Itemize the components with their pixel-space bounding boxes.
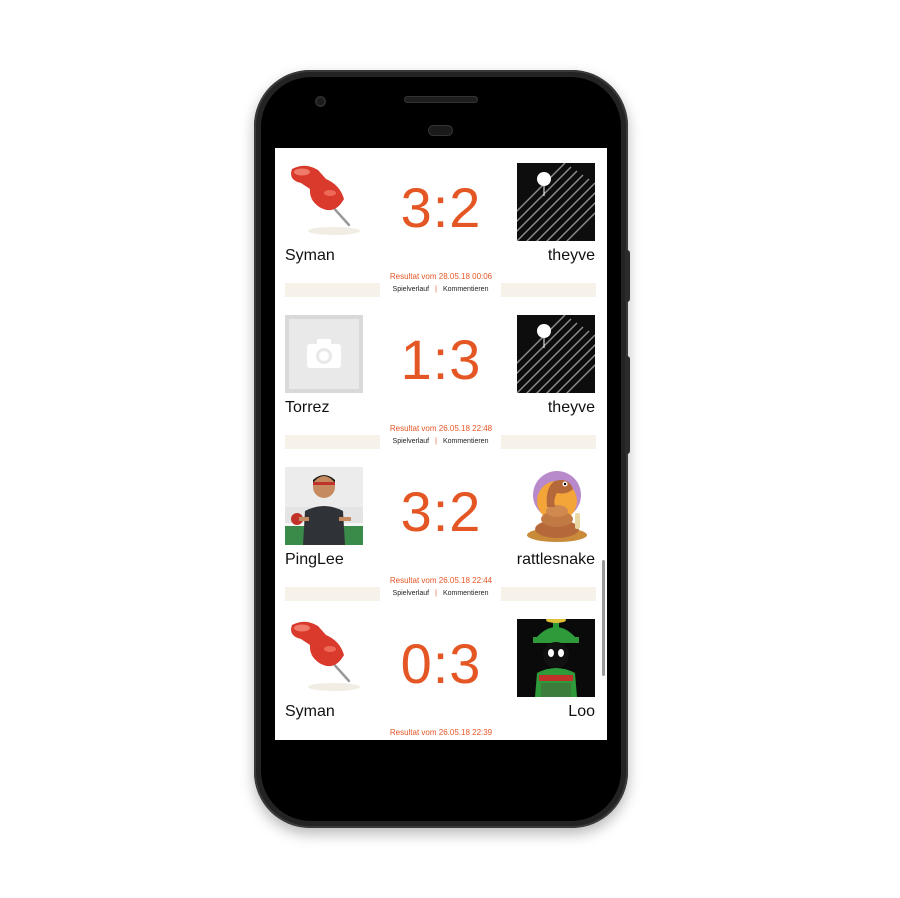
player-avatar-right[interactable] — [517, 467, 595, 545]
match-score: 0:3 — [400, 632, 482, 695]
match-card: 3:2 PingLee rattlesnake Resultat vom 26.… — [275, 452, 607, 604]
striped-abstract-icon — [517, 315, 595, 393]
comment-link[interactable]: Kommentieren — [443, 590, 489, 597]
player-name-left[interactable]: Torrez — [285, 398, 329, 418]
pushpin-icon — [285, 163, 363, 241]
link-separator: | — [435, 590, 437, 597]
result-timestamp: Resultat vom 26.05.18 22:44 — [389, 576, 493, 585]
history-link[interactable]: Spielverlauf — [393, 286, 430, 293]
match-card: 0:3 Syman Loo Resultat vom 26.05.18 22:3… — [275, 604, 607, 740]
scrollbar[interactable] — [602, 560, 605, 676]
result-timestamp: Resultat vom 26.05.18 22:39 — [389, 728, 493, 737]
link-separator: | — [435, 286, 437, 293]
cartoon-martian-icon — [517, 619, 595, 697]
history-link[interactable]: Spielverlauf — [393, 590, 430, 597]
match-score: 3:2 — [400, 176, 482, 239]
player-name-left[interactable]: Syman — [285, 246, 335, 266]
player-name-left[interactable]: PingLee — [285, 550, 344, 570]
link-bar-left — [285, 587, 380, 601]
match-score: 1:3 — [400, 328, 482, 391]
comment-link[interactable]: Kommentieren — [443, 438, 489, 445]
match-links: Spielverlauf | Kommentieren — [285, 282, 596, 298]
link-bar-right — [501, 283, 596, 297]
earpiece-speaker — [404, 96, 478, 103]
player-avatar-right[interactable] — [517, 619, 595, 697]
comment-link[interactable]: Kommentieren — [443, 286, 489, 293]
player-avatar-left[interactable] — [285, 467, 363, 545]
match-card: 3:2 Syman theyve Resultat vom 28.05.18 0… — [275, 148, 607, 300]
proximity-sensor — [428, 125, 453, 136]
match-links: Spielverlauf | Kommentieren — [285, 434, 596, 450]
player-photo-icon — [285, 467, 363, 545]
player-avatar-left[interactable] — [285, 315, 363, 393]
pushpin-icon — [285, 619, 363, 697]
match-score: 3:2 — [400, 480, 482, 543]
links-group: Spielverlauf | Kommentieren — [380, 586, 501, 602]
link-bar-left — [285, 435, 380, 449]
player-avatar-left[interactable] — [285, 163, 363, 241]
player-avatar-right[interactable] — [517, 315, 595, 393]
link-separator: | — [435, 438, 437, 445]
match-links: Spielverlauf | Kommentieren — [285, 586, 596, 602]
link-bar-right — [501, 587, 596, 601]
links-group: Spielverlauf | Kommentieren — [380, 434, 501, 450]
result-timestamp: Resultat vom 28.05.18 00:06 — [389, 272, 493, 281]
link-bar-right — [501, 435, 596, 449]
app-screen[interactable]: 3:2 Syman theyve Resultat vom 28.05.18 0… — [275, 148, 607, 740]
link-bar-left — [285, 283, 380, 297]
player-avatar-right[interactable] — [517, 163, 595, 241]
player-avatar-left[interactable] — [285, 619, 363, 697]
player-name-right[interactable]: rattlesnake — [517, 550, 595, 570]
player-name-right[interactable]: theyve — [548, 398, 595, 418]
camera-placeholder-icon — [285, 315, 363, 393]
match-card: 1:3 Torrez theyve Resultat vom 26.05.18 … — [275, 300, 607, 452]
front-camera — [315, 96, 326, 107]
striped-abstract-icon — [517, 163, 595, 241]
result-timestamp: Resultat vom 26.05.18 22:48 — [389, 424, 493, 433]
links-group: Spielverlauf | Kommentieren — [380, 282, 501, 298]
volume-button — [625, 250, 630, 302]
power-button — [625, 356, 630, 454]
history-link[interactable]: Spielverlauf — [393, 438, 430, 445]
player-name-right[interactable]: Loo — [568, 702, 595, 722]
player-name-left[interactable]: Syman — [285, 702, 335, 722]
cartoon-snake-icon — [517, 467, 595, 545]
player-name-right[interactable]: theyve — [548, 246, 595, 266]
